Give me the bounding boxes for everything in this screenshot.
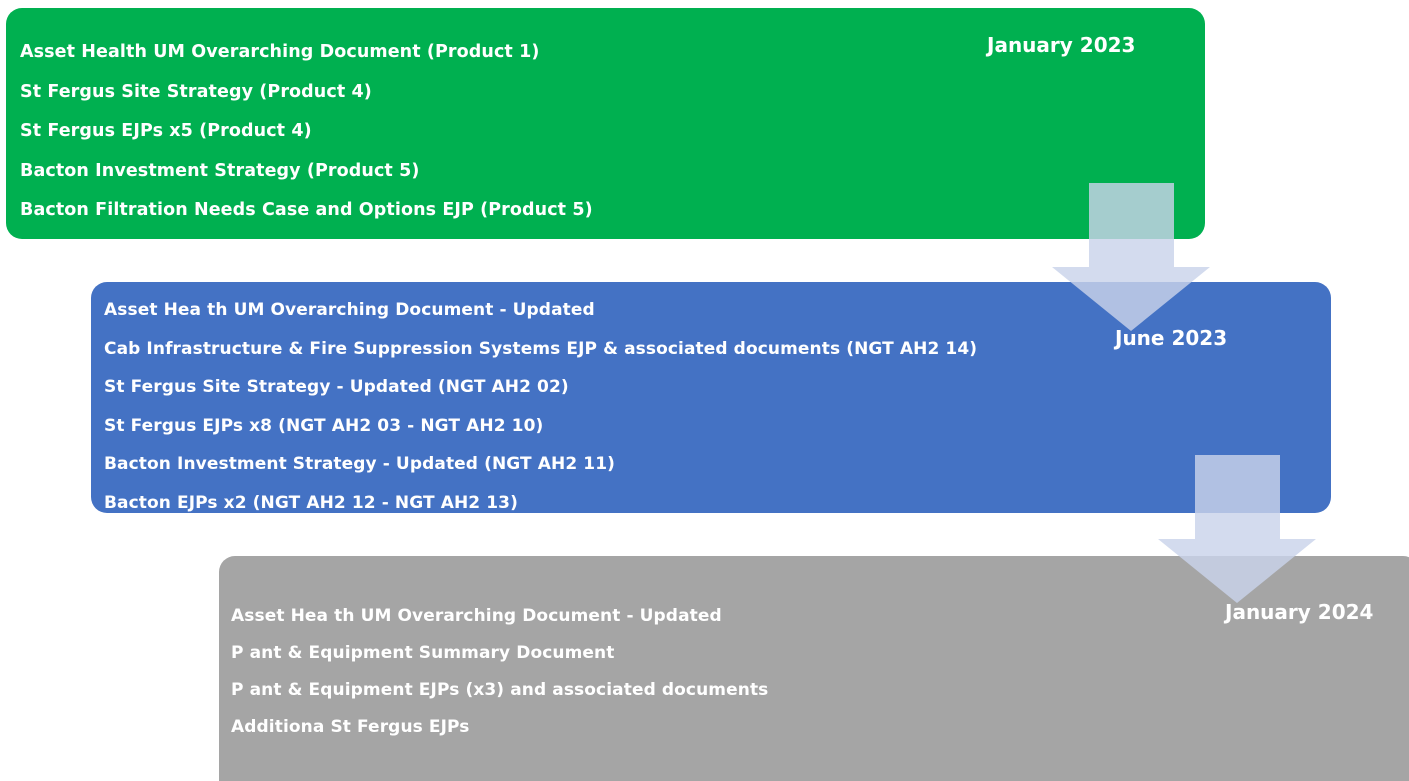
stage-3-item: P ant & Equipment EJPs (x3) and associat… [231, 680, 769, 700]
stage-2-item: St Fergus EJPs x8 (NGT AH2 03 - NGT AH2 … [104, 415, 544, 436]
stage-1-date: January 2023 [987, 33, 1136, 57]
stage-2-item: Asset Hea th UM Overarching Document - U… [104, 300, 595, 320]
stage-1-item: Bacton Investment Strategy (Product 5) [20, 160, 420, 181]
stage-2-item: Bacton Investment Strategy - Updated (NG… [104, 454, 616, 474]
stage-1-item: St Fergus EJPs x5 (Product 4) [20, 121, 312, 141]
stage-1-item-list: Asset Health UM Overarching Document (Pr… [20, 33, 593, 231]
stage-1-item: St Fergus Site Strategy (Product 4) [20, 81, 372, 102]
stage-2-date: June 2023 [1115, 326, 1228, 350]
stage-3-date: January 2024 [1225, 600, 1374, 624]
stage-2-item: Cab Infrastructure & Fire Suppression Sy… [104, 338, 978, 359]
down-arrow-icon [1158, 455, 1316, 603]
stage-1-item: Bacton Filtration Needs Case and Options… [20, 200, 593, 220]
stage-2-item-list: Asset Hea th UM Overarching Document - U… [104, 291, 977, 522]
stage-3-item: Asset Hea th UM Overarching Document - U… [231, 606, 722, 626]
stage-1-item: Asset Health UM Overarching Document (Pr… [20, 42, 540, 62]
arrow-1-shape [1052, 183, 1210, 331]
stage-3-item-list: Asset Hea th UM Overarching Document - U… [231, 598, 768, 746]
stage-2-item: Bacton EJPs x2 (NGT AH2 12 - NGT AH2 13) [104, 492, 518, 513]
stage-3-item: Additiona St Fergus EJPs [231, 717, 470, 737]
down-arrow-icon [1052, 183, 1210, 331]
stage-2-item: St Fergus Site Strategy - Updated (NGT A… [104, 377, 569, 397]
arrow-2-shape [1158, 455, 1316, 603]
stage-3-item: P ant & Equipment Summary Document [231, 643, 615, 663]
